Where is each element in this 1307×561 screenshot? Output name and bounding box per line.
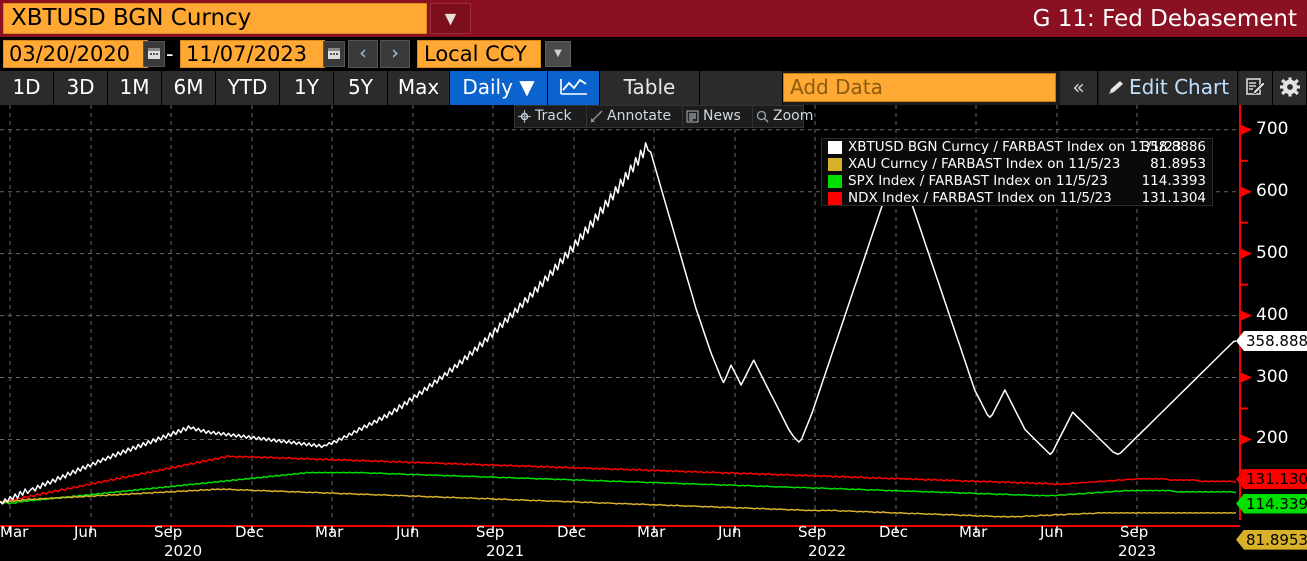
collapse-panel-button[interactable]: « bbox=[1060, 71, 1098, 105]
y-axis-tick-label: 600 bbox=[1256, 183, 1288, 200]
annotate-label: Annotate bbox=[607, 108, 671, 124]
timeframe-5y[interactable]: 5Y bbox=[334, 71, 388, 105]
legend-swatch-spx bbox=[828, 175, 842, 188]
news-list-icon bbox=[686, 110, 699, 123]
timeframe-max[interactable]: Max bbox=[388, 71, 450, 105]
y-axis-tick-label: 400 bbox=[1256, 307, 1288, 324]
x-axis-month-label: Jun bbox=[74, 525, 97, 540]
currency-input[interactable]: Local CCY bbox=[417, 40, 541, 68]
value-tag: 358.8886 bbox=[1236, 331, 1307, 351]
timeframe-6m[interactable]: 6M bbox=[162, 71, 216, 105]
timeframe-1y[interactable]: 1Y bbox=[280, 71, 334, 105]
legend-value-xbtusd: 358.8886 bbox=[1142, 140, 1206, 155]
x-axis-month-label: Sep bbox=[476, 525, 504, 540]
legend-swatch-xau bbox=[828, 158, 842, 171]
legend-swatch-xbtusd bbox=[828, 141, 842, 154]
zoom-tool[interactable]: Zoom bbox=[753, 106, 805, 127]
pencil-line-icon bbox=[590, 110, 603, 123]
x-axis-month-label: Mar bbox=[637, 525, 665, 540]
table-view-button[interactable]: Table bbox=[600, 71, 700, 105]
date-range-bar: 03/20/2020 - 11/07/2023 ‹ › Local CCY ▼ bbox=[0, 37, 1307, 71]
news-label: News bbox=[703, 108, 741, 124]
legend-row: NDX Index / FARBAST Index on 11/5/23 131… bbox=[822, 191, 1212, 207]
bloomberg-chart-window: XBTUSD BGN Curncy ▼ G 11: Fed Debasement… bbox=[0, 0, 1307, 561]
x-axis-month-label: Sep bbox=[154, 525, 182, 540]
legend-swatch-ndx bbox=[828, 192, 842, 205]
chart-legend: XBTUSD BGN Curncy / FARBAST Index on 11/… bbox=[821, 138, 1213, 206]
legend-row: SPX Index / FARBAST Index on 11/5/23 114… bbox=[822, 174, 1212, 190]
settings-gear-button[interactable] bbox=[1273, 71, 1307, 105]
annotations-list-button[interactable] bbox=[1239, 71, 1273, 105]
x-axis-year-label: 2020 bbox=[164, 544, 202, 559]
magnifier-icon bbox=[756, 110, 769, 123]
x-axis-month-label: Mar bbox=[0, 525, 28, 540]
zoom-label: Zoom bbox=[773, 108, 813, 124]
security-dropdown-button[interactable]: ▼ bbox=[430, 3, 471, 34]
legend-label-xbtusd: XBTUSD BGN Curncy / FARBAST Index on 11/… bbox=[848, 140, 1182, 155]
timeframe-1m[interactable]: 1M bbox=[108, 71, 162, 105]
x-axis-month-label: Dec bbox=[879, 525, 908, 540]
start-date-calendar-icon[interactable] bbox=[143, 41, 165, 67]
track-label: Track bbox=[535, 108, 572, 124]
end-date-calendar-icon[interactable] bbox=[323, 41, 345, 67]
end-date-input[interactable]: 11/07/2023 bbox=[180, 40, 325, 68]
annotate-tool[interactable]: Annotate bbox=[587, 106, 683, 127]
x-axis-month-label: Dec bbox=[235, 525, 264, 540]
chart-view-button[interactable] bbox=[548, 71, 600, 105]
chart-toolbar: 1D 3D 1M 6M YTD 1Y 5Y Max Daily ▼ Table … bbox=[0, 71, 1307, 105]
edit-chart-button[interactable]: Edit Chart bbox=[1099, 71, 1238, 105]
x-axis: Mar Jun Sep Dec Mar Jun Sep Dec Mar Jun Sep Dec Mar J… bbox=[0, 520, 1307, 561]
page-title: G 11: Fed Debasement bbox=[1033, 4, 1297, 34]
legend-label-spx: SPX Index / FARBAST Index on 11/5/23 bbox=[848, 174, 1108, 189]
chevron-down-icon: ▼ bbox=[445, 11, 457, 26]
toolbar-spacer bbox=[700, 71, 783, 105]
value-tag: 131.1304 bbox=[1236, 469, 1307, 489]
legend-value-xau: 81.8953 bbox=[1150, 157, 1206, 172]
value-tag: 81.8953 bbox=[1236, 530, 1307, 550]
next-period-button[interactable]: › bbox=[380, 40, 410, 68]
legend-row: XAU Curncy / FARBAST Index on 11/5/23 81… bbox=[822, 157, 1212, 173]
timeframe-3d[interactable]: 3D bbox=[54, 71, 108, 105]
y-axis-tick-label: 200 bbox=[1256, 430, 1288, 447]
value-tag: 114.3393 bbox=[1236, 494, 1307, 514]
news-tool[interactable]: News bbox=[683, 106, 753, 127]
security-bar: XBTUSD BGN Curncy ▼ G 11: Fed Debasement bbox=[0, 0, 1307, 37]
crosshair-icon bbox=[518, 110, 531, 123]
y-axis-tick-label: 500 bbox=[1256, 245, 1288, 262]
timeframe-1d[interactable]: 1D bbox=[0, 71, 54, 105]
x-axis-month-label: Dec bbox=[557, 525, 586, 540]
chevron-down-icon: ▼ bbox=[554, 49, 562, 59]
start-date-input[interactable]: 03/20/2020 bbox=[3, 40, 148, 68]
edit-chart-label: Edit Chart bbox=[1129, 71, 1229, 104]
legend-value-spx: 114.3393 bbox=[1142, 174, 1206, 189]
chart-tools-bar: Track Annotate News Zoom bbox=[514, 105, 804, 128]
currency-dropdown-button[interactable]: ▼ bbox=[545, 41, 571, 67]
prev-period-button[interactable]: ‹ bbox=[348, 40, 378, 68]
date-range-separator: - bbox=[166, 41, 174, 67]
y-axis: 700 600 500 400 300 200 358.8886 131.1304 114.3… bbox=[1236, 105, 1307, 520]
x-axis-year-label: 2021 bbox=[486, 544, 524, 559]
x-axis-month-label: Sep bbox=[798, 525, 826, 540]
timeframe-ytd[interactable]: YTD bbox=[216, 71, 280, 105]
legend-label-ndx: NDX Index / FARBAST Index on 11/5/23 bbox=[848, 191, 1112, 206]
y-axis-tick-label: 300 bbox=[1256, 369, 1288, 386]
x-axis-month-label: Sep bbox=[1120, 525, 1148, 540]
legend-value-ndx: 131.1304 bbox=[1142, 191, 1206, 206]
x-axis-month-label: Jun bbox=[1040, 525, 1063, 540]
legend-row: XBTUSD BGN Curncy / FARBAST Index on 11/… bbox=[822, 140, 1212, 156]
legend-label-xau: XAU Curncy / FARBAST Index on 11/5/23 bbox=[848, 157, 1120, 172]
track-tool[interactable]: Track bbox=[515, 106, 587, 127]
x-axis-month-label: Jun bbox=[718, 525, 741, 540]
security-input[interactable]: XBTUSD BGN Curncy bbox=[3, 3, 427, 34]
add-data-input[interactable]: Add Data bbox=[783, 73, 1056, 102]
periodicity-selector[interactable]: Daily ▼ bbox=[450, 71, 548, 105]
x-axis-year-label: 2023 bbox=[1118, 544, 1156, 559]
y-axis-tick-label: 700 bbox=[1256, 121, 1288, 138]
pencil-icon bbox=[1105, 79, 1125, 101]
x-axis-month-label: Jun bbox=[396, 525, 419, 540]
x-axis-year-label: 2022 bbox=[808, 544, 846, 559]
x-axis-month-label: Mar bbox=[959, 525, 987, 540]
x-axis-month-label: Mar bbox=[315, 525, 343, 540]
